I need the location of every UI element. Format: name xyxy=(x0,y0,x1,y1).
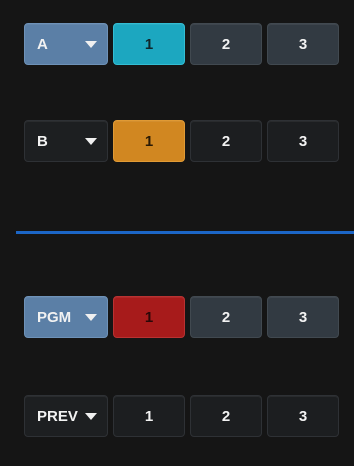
pgm-input-1-button[interactable]: 1 xyxy=(113,296,185,338)
bus-a-input-1-button[interactable]: 1 xyxy=(113,23,185,65)
bus-b-input-3-button[interactable]: 3 xyxy=(267,120,339,162)
prev-input-3-button[interactable]: 3 xyxy=(267,395,339,437)
chevron-down-icon xyxy=(85,314,97,321)
chevron-down-icon xyxy=(85,41,97,48)
bus-row-a: A 1 2 3 xyxy=(24,23,339,65)
bus-b-input-1-button[interactable]: 1 xyxy=(113,120,185,162)
chevron-down-icon xyxy=(85,413,97,420)
bus-row-prev: PREV 1 2 3 xyxy=(24,395,339,437)
bus-row-pgm: PGM 1 2 3 xyxy=(24,296,339,338)
bus-a-input-2-button[interactable]: 2 xyxy=(190,23,262,65)
pgm-input-2-button[interactable]: 2 xyxy=(190,296,262,338)
pgm-selector-label: PGM xyxy=(37,308,72,326)
chevron-down-icon xyxy=(85,138,97,145)
bus-a-selector-label: A xyxy=(37,35,48,53)
bus-b-selector[interactable]: B xyxy=(24,120,108,162)
prev-input-2-button[interactable]: 2 xyxy=(190,395,262,437)
bus-a-input-3-button[interactable]: 3 xyxy=(267,23,339,65)
bus-a-selector[interactable]: A xyxy=(24,23,108,65)
prev-input-1-button[interactable]: 1 xyxy=(113,395,185,437)
pgm-input-3-button[interactable]: 3 xyxy=(267,296,339,338)
section-divider xyxy=(16,231,354,234)
bus-b-input-2-button[interactable]: 2 xyxy=(190,120,262,162)
bus-b-selector-label: B xyxy=(37,132,48,150)
pgm-selector[interactable]: PGM xyxy=(24,296,108,338)
prev-selector-label: PREV xyxy=(37,407,78,425)
prev-selector[interactable]: PREV xyxy=(24,395,108,437)
bus-row-b: B 1 2 3 xyxy=(24,120,339,162)
